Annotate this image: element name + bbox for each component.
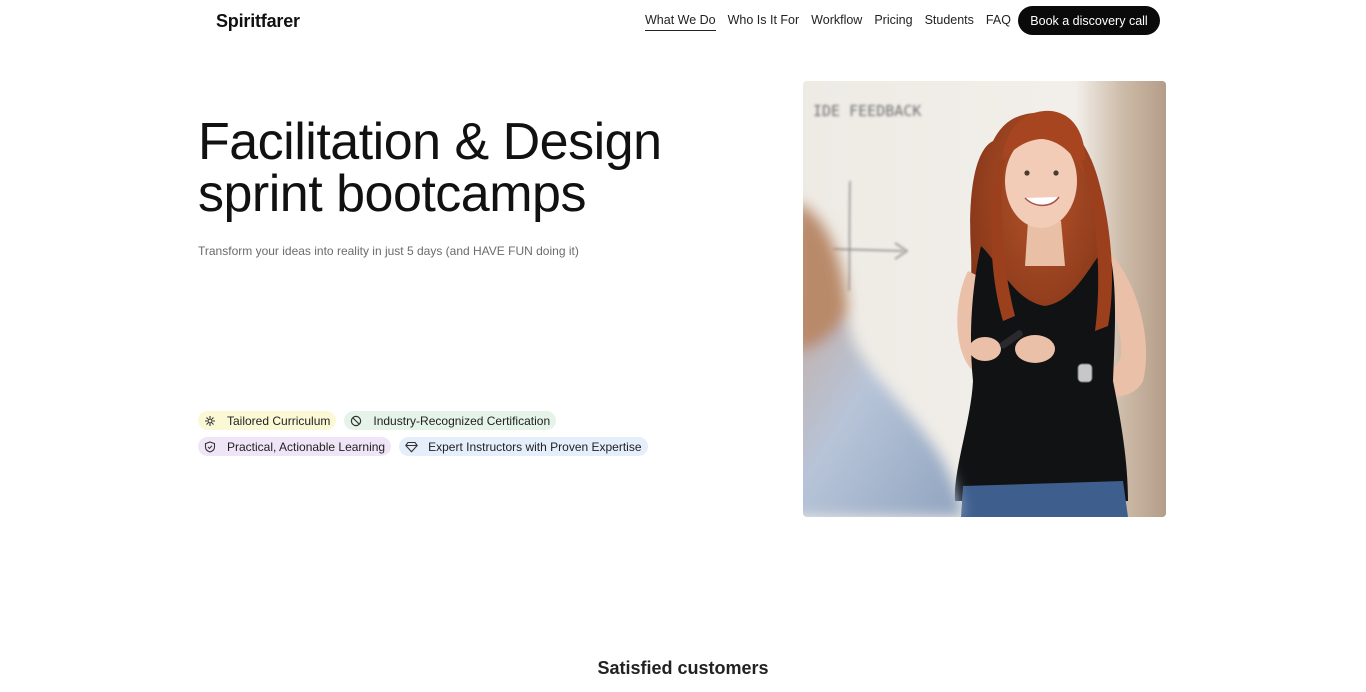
chip-label: Tailored Curriculum — [227, 413, 331, 428]
nav-workflow[interactable]: Workflow — [811, 12, 862, 31]
main-nav: What We Do Who Is It For Workflow Pricin… — [645, 12, 1023, 31]
chip-label: Industry-Recognized Certification — [373, 413, 551, 428]
nav-pricing[interactable]: Pricing — [874, 12, 912, 31]
chip-label: Practical, Actionable Learning — [227, 439, 386, 454]
hero-subtitle: Transform your ideas into reality in jus… — [198, 244, 579, 258]
book-discovery-call-button[interactable]: Book a discovery call — [1018, 6, 1160, 35]
hero-title-line-2: sprint bootcamps — [198, 165, 586, 223]
chip-row: Practical, Actionable Learning Expert In… — [198, 437, 668, 456]
diamond-icon — [404, 440, 418, 454]
feature-chips: Tailored Curriculum Industry-Recognized … — [198, 411, 668, 463]
page: Spiritfarer What We Do Who Is It For Wor… — [0, 0, 1366, 692]
chip-row: Tailored Curriculum Industry-Recognized … — [198, 411, 668, 430]
badge-icon — [349, 414, 363, 428]
nav-students[interactable]: Students — [925, 12, 974, 31]
brand-logo[interactable]: Spiritfarer — [216, 10, 300, 32]
hero-title: Facilitation & Design sprint bootcamps — [198, 116, 758, 220]
hero-title-line-1: Facilitation & Design — [198, 113, 662, 171]
nav-who-is-it-for[interactable]: Who Is It For — [728, 12, 800, 31]
chip-certification: Industry-Recognized Certification — [344, 411, 557, 430]
chip-tailored-curriculum: Tailored Curriculum — [198, 411, 337, 430]
nav-what-we-do[interactable]: What We Do — [645, 12, 716, 31]
nav-faq[interactable]: FAQ — [986, 12, 1011, 31]
hero-photo: IDE FEEDBACK — [803, 81, 1166, 517]
whiteboard-text: IDE FEEDBACK — [813, 102, 921, 120]
chip-practical-learning: Practical, Actionable Learning — [198, 437, 392, 456]
chip-expert-instructors: Expert Instructors with Proven Expertise — [399, 437, 648, 456]
shield-icon — [203, 440, 217, 454]
satisfied-customers-heading: Satisfied customers — [597, 658, 769, 678]
settings-icon — [203, 414, 217, 428]
chip-label: Expert Instructors with Proven Expertise — [428, 439, 642, 454]
